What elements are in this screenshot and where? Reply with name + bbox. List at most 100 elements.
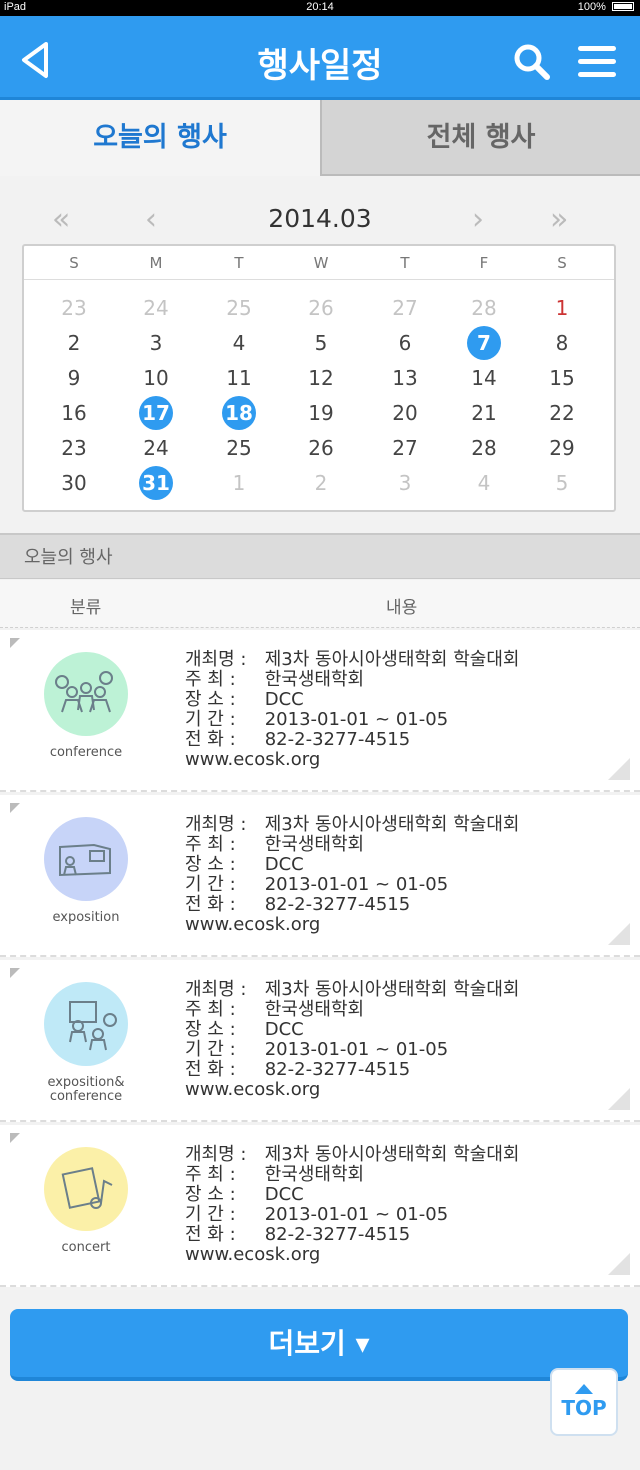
calendar-day[interactable]: 16 — [57, 396, 91, 430]
calendar-day[interactable]: 8 — [545, 326, 579, 360]
load-more-button[interactable]: 더보기 ▾ — [10, 1309, 628, 1381]
calendar-day[interactable]: 5 — [304, 326, 338, 360]
category-concert-icon — [44, 1147, 128, 1231]
category-exposition-icon — [44, 817, 128, 901]
calendar-day[interactable]: 28 — [467, 291, 501, 325]
tab-all-events[interactable]: 전체 행사 — [320, 100, 640, 176]
event-host-row: 주 최 : 한국생태학회 — [185, 669, 365, 690]
corner-fold-icon — [10, 1133, 20, 1143]
calendar-day[interactable]: 13 — [388, 361, 422, 395]
corner-triangle-icon — [608, 923, 630, 945]
calendar-day[interactable]: 5 — [545, 466, 579, 500]
weekday-5: F — [479, 254, 489, 272]
calendar-day[interactable]: 23 — [57, 431, 91, 465]
calendar-day[interactable]: 29 — [545, 431, 579, 465]
calendar-day[interactable]: 11 — [222, 361, 256, 395]
event-website[interactable]: www.ecosk.org — [185, 750, 519, 770]
calendar-day[interactable]: 27 — [388, 291, 422, 325]
event-list-item[interactable]: concert 개최명 : 제3차 동아시아생태학회 학술대회 주 최 : 한국생태… — [0, 1125, 640, 1287]
calendar-day[interactable]: 15 — [545, 361, 579, 395]
tab-today-events[interactable]: 오늘의 행사 — [0, 100, 320, 176]
calendar-day[interactable]: 9 — [57, 361, 91, 395]
event-website[interactable]: www.ecosk.org — [185, 915, 519, 935]
section-title: 오늘의 행사 — [0, 533, 640, 579]
calendar-day[interactable]: 27 — [388, 431, 422, 465]
weekday-4: T — [400, 254, 410, 272]
calendar-day[interactable]: 12 — [304, 361, 338, 395]
calendar-day[interactable]: 17 — [139, 396, 173, 430]
calendar-day[interactable]: 24 — [139, 431, 173, 465]
corner-triangle-icon — [608, 758, 630, 780]
hamburger-icon — [578, 46, 616, 51]
calendar-day[interactable]: 28 — [467, 431, 501, 465]
next-year-icon[interactable]: » — [550, 202, 568, 237]
calendar-day[interactable]: 19 — [304, 396, 338, 430]
weekday-2: T — [234, 254, 244, 272]
calendar-day[interactable]: 20 — [388, 396, 422, 430]
corner-triangle-icon — [608, 1253, 630, 1275]
next-month-icon[interactable]: › — [472, 202, 484, 237]
column-header: 분류 내용 — [0, 580, 640, 628]
calendar-day[interactable]: 18 — [222, 396, 256, 430]
event-period-row: 기 간 : 2013-01-01 ~ 01-05 — [185, 874, 449, 895]
event-info: 개최명 : 제3차 동아시아생태학회 학술대회 주 최 : 한국생태학회 장 소 :… — [185, 815, 519, 935]
category-label: conference — [49, 745, 123, 760]
event-venue-row: 장 소 : DCC — [185, 854, 304, 875]
scroll-top-button[interactable]: TOP — [550, 1368, 618, 1436]
calendar-day[interactable]: 14 — [467, 361, 501, 395]
weekday-3: W — [313, 254, 329, 272]
calendar-day[interactable]: 1 — [222, 466, 256, 500]
calendar-day[interactable]: 30 — [57, 466, 91, 500]
up-arrow-icon — [575, 1384, 593, 1394]
event-info: 개최명 : 제3차 동아시아생태학회 학술대회 주 최 : 한국생태학회 장 소 :… — [185, 650, 519, 770]
calendar-day[interactable]: 26 — [304, 291, 338, 325]
calendar-day[interactable]: 6 — [388, 326, 422, 360]
calendar-day[interactable]: 1 — [545, 291, 579, 325]
event-name-row: 개최명 : 제3차 동아시아생태학회 학술대회 — [185, 814, 520, 835]
weekday-6: S — [557, 254, 567, 272]
event-name-row: 개최명 : 제3차 동아시아생태학회 학술대회 — [185, 1144, 520, 1165]
event-info: 개최명 : 제3차 동아시아생태학회 학술대회 주 최 : 한국생태학회 장 소 :… — [185, 980, 519, 1100]
calendar-day[interactable]: 25 — [222, 291, 256, 325]
battery-percent: 100% — [577, 1, 606, 13]
event-name-row: 개최명 : 제3차 동아시아생태학회 학술대회 — [185, 649, 520, 670]
event-list-item[interactable]: exposition& conference 개최명 : 제3차 동아시아생태학회 … — [0, 960, 640, 1122]
event-phone-row: 전 화 : 82-2-3277-4515 — [185, 729, 411, 750]
category-expositionconference-icon — [44, 982, 128, 1066]
calendar-day[interactable]: 7 — [467, 326, 501, 360]
search-button[interactable] — [512, 42, 552, 82]
corner-fold-icon — [10, 638, 20, 648]
event-website[interactable]: www.ecosk.org — [185, 1245, 519, 1265]
tab-bar: 오늘의 행사 전체 행사 — [0, 100, 640, 176]
weekday-1: M — [149, 254, 163, 272]
calendar-day[interactable]: 23 — [57, 291, 91, 325]
calendar-nav: « ‹ 2014.03 › » — [0, 190, 640, 246]
event-venue-row: 장 소 : DCC — [185, 1019, 304, 1040]
calendar-day[interactable]: 4 — [467, 466, 501, 500]
battery-icon — [612, 2, 634, 11]
calendar-day[interactable]: 24 — [139, 291, 173, 325]
top-label: TOP — [561, 1396, 607, 1420]
calendar-day[interactable]: 31 — [139, 466, 173, 500]
calendar-day[interactable]: 2 — [57, 326, 91, 360]
calendar-day[interactable]: 4 — [222, 326, 256, 360]
calendar-day[interactable]: 2 — [304, 466, 338, 500]
calendar-day[interactable]: 21 — [467, 396, 501, 430]
event-period-row: 기 간 : 2013-01-01 ~ 01-05 — [185, 1039, 449, 1060]
calendar-day[interactable]: 25 — [222, 431, 256, 465]
menu-button[interactable] — [578, 46, 616, 78]
weekday-header: SMTWTFS — [24, 246, 614, 280]
calendar-grid: SMTWTFS 23 24 25 26 27 28 1 2 3 4 5 6 7 8 9 10 11 12 13 14 1… — [22, 244, 616, 512]
event-venue-row: 장 소 : DCC — [185, 1184, 304, 1205]
calendar-day[interactable]: 3 — [388, 466, 422, 500]
calendar-day[interactable]: 3 — [139, 326, 173, 360]
calendar-day[interactable]: 26 — [304, 431, 338, 465]
event-website[interactable]: www.ecosk.org — [185, 1080, 519, 1100]
event-name-row: 개최명 : 제3차 동아시아생태학회 학술대회 — [185, 979, 520, 1000]
event-list-item[interactable]: exposition 개최명 : 제3차 동아시아생태학회 학술대회 주 최 : 한… — [0, 795, 640, 957]
app-header: 행사일정 — [0, 16, 640, 100]
calendar-day[interactable]: 22 — [545, 396, 579, 430]
battery-indicator: 100% — [578, 1, 634, 13]
calendar-day[interactable]: 10 — [139, 361, 173, 395]
event-list-item[interactable]: conference 개최명 : 제3차 동아시아생태학회 학술대회 주 최 : 한… — [0, 630, 640, 792]
